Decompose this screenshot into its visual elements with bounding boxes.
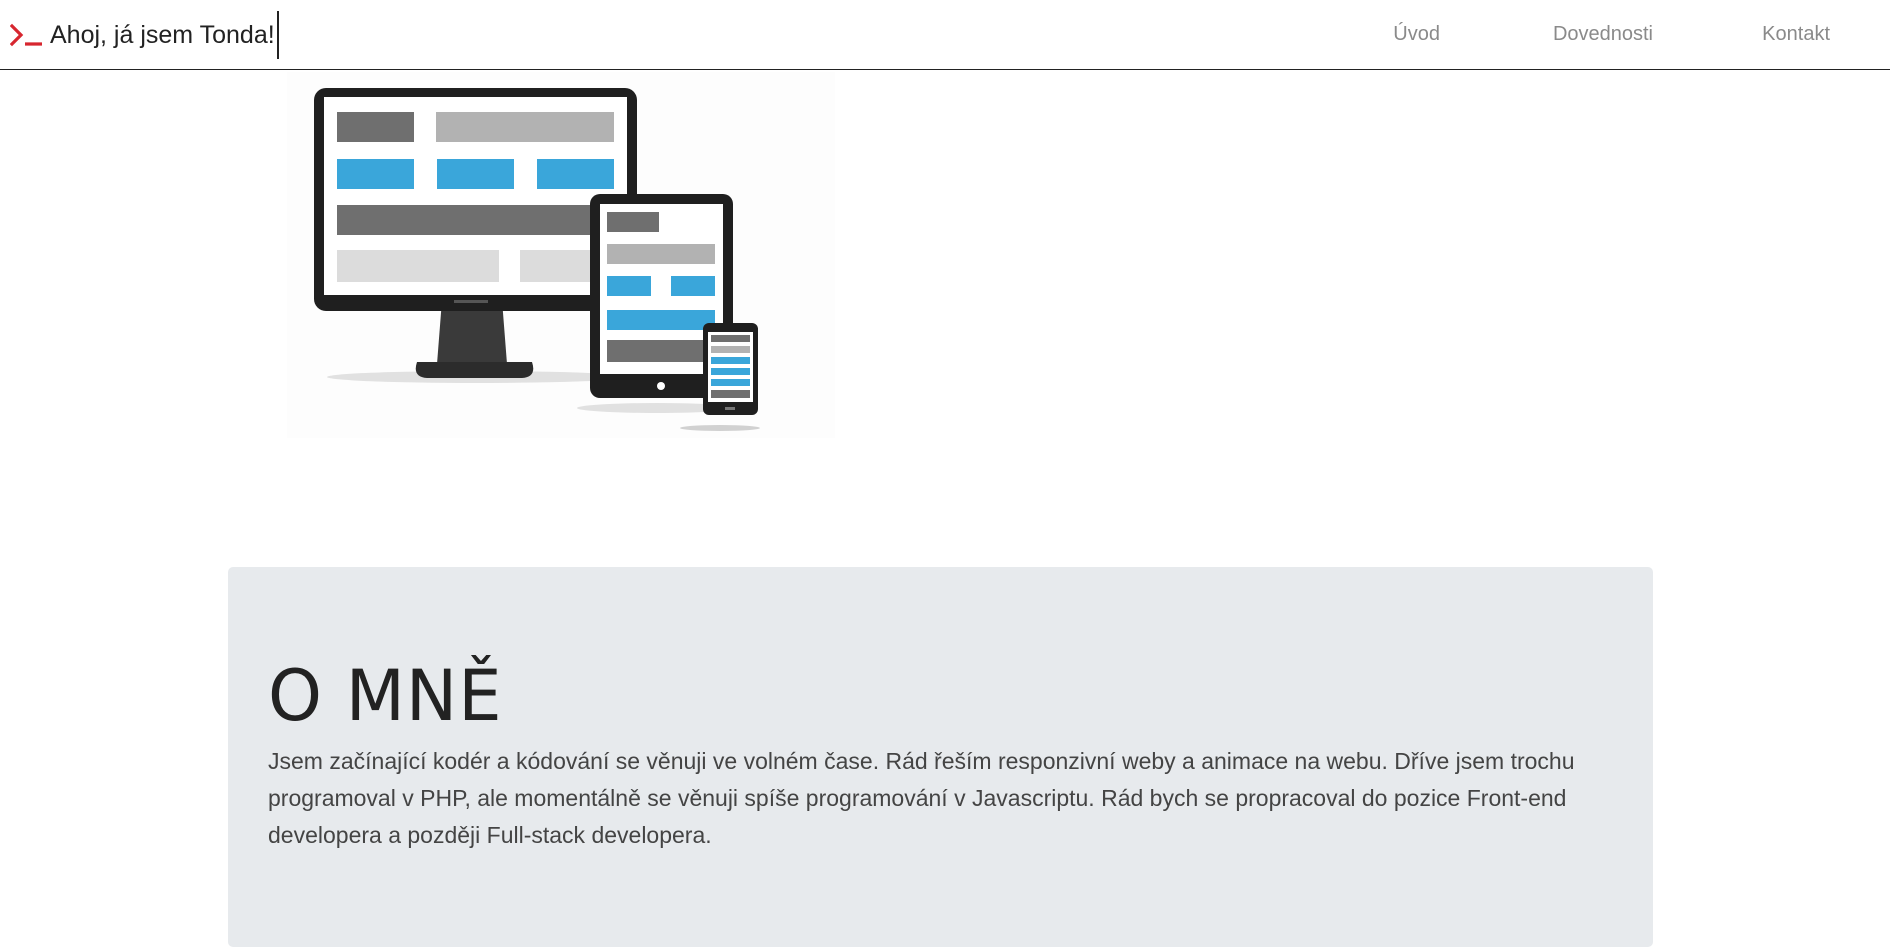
nav-link-dovednosti[interactable]: Dovednosti xyxy=(1553,23,1653,46)
about-section: O MNĚ Jsem začínající kodér a kódování s… xyxy=(228,567,1653,947)
nav-link-uvod[interactable]: Úvod xyxy=(1393,23,1440,46)
about-heading: O MNĚ xyxy=(268,655,503,737)
brand-logo[interactable]: Ahoj, já jsem Tonda! xyxy=(10,11,279,59)
about-text: Jsem začínající kodér a kódování se věnu… xyxy=(268,748,1575,848)
responsive-devices-illustration xyxy=(287,72,835,438)
nav-link-kontakt[interactable]: Kontakt xyxy=(1762,23,1830,46)
top-navbar: Ahoj, já jsem Tonda! Úvod Dovednosti Kon… xyxy=(0,0,1890,70)
terminal-prompt-icon xyxy=(10,23,44,47)
brand-title: Ahoj, já jsem Tonda! xyxy=(50,20,275,49)
text-cursor xyxy=(276,11,279,59)
